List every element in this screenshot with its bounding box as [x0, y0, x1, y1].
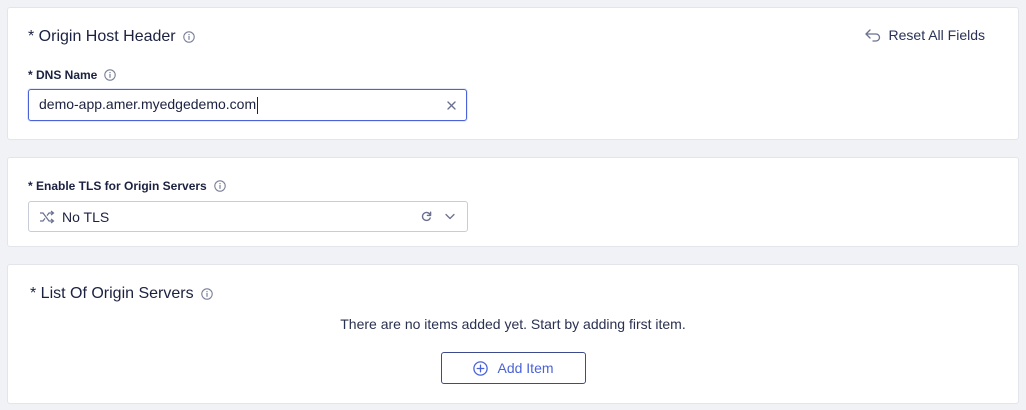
- tls-card: * Enable TLS for Origin Servers No TLS: [7, 157, 1019, 247]
- origin-host-header-card: * Origin Host Header Reset All Fields * …: [7, 7, 1019, 140]
- add-item-button[interactable]: Add Item: [441, 352, 586, 384]
- clear-input-button[interactable]: [436, 90, 466, 120]
- tls-select[interactable]: No TLS: [28, 201, 468, 232]
- origin-host-header-title-text: * Origin Host Header: [28, 28, 176, 45]
- undo-arrow-icon: [864, 28, 881, 43]
- chevron-down-icon[interactable]: [445, 213, 455, 220]
- origin-servers-card: * List Of Origin Servers There are no it…: [7, 264, 1019, 404]
- dns-name-label-text: * DNS Name: [28, 68, 98, 82]
- empty-list-message: There are no items added yet. Start by a…: [340, 316, 686, 332]
- reset-all-fields-label: Reset All Fields: [888, 27, 985, 43]
- tls-label-text: * Enable TLS for Origin Servers: [28, 179, 207, 193]
- refresh-icon[interactable]: [421, 211, 432, 222]
- shuffle-arrows-icon: [39, 210, 55, 224]
- dns-name-input[interactable]: demo-app.amer.myedgedemo.com: [28, 89, 467, 121]
- tls-selected-value: No TLS: [62, 208, 110, 225]
- add-item-label: Add Item: [497, 360, 554, 376]
- origin-servers-title: * List Of Origin Servers: [30, 285, 213, 303]
- reset-all-fields-button[interactable]: Reset All Fields: [864, 27, 985, 43]
- info-icon[interactable]: [104, 69, 117, 81]
- origin-host-header-title: * Origin Host Header: [28, 28, 195, 46]
- dns-name-label: * DNS Name: [28, 68, 117, 82]
- info-icon[interactable]: [213, 180, 226, 192]
- origin-servers-title-text: * List Of Origin Servers: [30, 285, 194, 302]
- tls-label: * Enable TLS for Origin Servers: [28, 179, 226, 193]
- dns-name-input-wrapper: demo-app.amer.myedgedemo.com: [29, 96, 436, 114]
- plus-circle-icon: [473, 360, 489, 376]
- info-icon[interactable]: [200, 288, 213, 300]
- info-icon[interactable]: [182, 31, 195, 43]
- dns-name-input-value: demo-app.amer.myedgedemo.com: [39, 96, 257, 113]
- text-cursor: [257, 96, 259, 114]
- close-icon: [446, 100, 456, 110]
